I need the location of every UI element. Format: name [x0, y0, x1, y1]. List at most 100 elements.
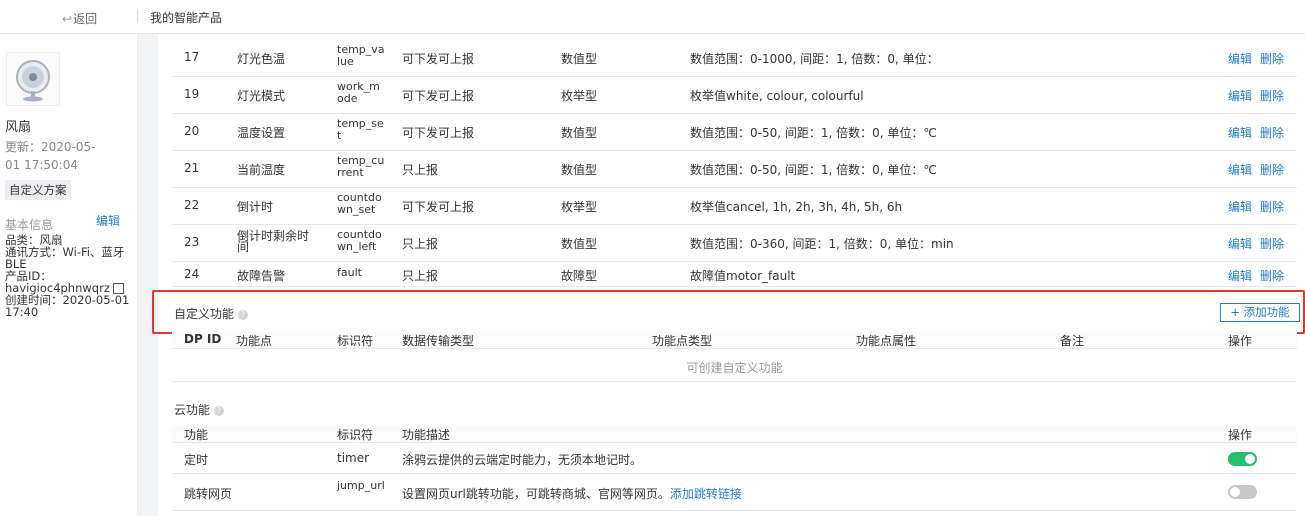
dp-name: 故障告警: [237, 269, 286, 283]
dp-id: 21: [184, 161, 200, 175]
dp-transfer-type: 可下发可上报: [402, 200, 475, 214]
col-remark: 备注: [1060, 334, 1085, 348]
comm-mode-text: 通讯方式：Wi-Fi、蓝牙BLE: [5, 245, 125, 271]
col-transfer-type: 数据传输类型: [402, 334, 475, 348]
dp-name: 灯光色温: [237, 52, 286, 66]
jump-url-toggle[interactable]: [1228, 485, 1257, 499]
dp-attribute: 故障值motor_fault: [690, 269, 796, 283]
cloud-function-title: 云功能?: [174, 401, 225, 418]
help-icon[interactable]: ?: [214, 405, 225, 416]
divider: [172, 381, 1297, 382]
basic-info-label: 基本信息: [5, 218, 54, 232]
edit-basic-info-link[interactable]: 编辑: [96, 212, 120, 229]
dp-row: 23 倒计时剩余时间 countdown_left 只上报 数值型 数值范围：0-360,…: [172, 225, 1297, 262]
dp-transfer-type: 只上报: [402, 269, 439, 283]
col-identifier: 标识符: [337, 334, 374, 348]
col-description: 功能描述: [402, 428, 451, 442]
dp-id: 23: [184, 235, 200, 249]
dp-row: 21 当前温度 temp_current 只上报 数值型 数值范围：0-50, 间距：1,…: [172, 151, 1297, 188]
custom-table-header: DP ID 功能点 标识符 数据传输类型 功能点类型 功能点属性 备注 操作: [172, 332, 1297, 349]
scheme-tag: 自定义方案: [5, 180, 71, 200]
dp-id: 22: [184, 198, 200, 212]
edit-link[interactable]: 编辑: [1228, 50, 1252, 67]
dp-row: 22 倒计时 countdown_set 可下发可上报 枚举型 枚举值cancel, 1h…: [172, 188, 1297, 225]
dp-attribute: 枚举值white, colour, colourful: [690, 89, 864, 103]
dp-code: temp_value: [337, 43, 385, 68]
toggle-knob: [1245, 454, 1255, 464]
basic-info: 品类：风扇 通讯方式：Wi-Fi、蓝牙BLE 产品ID： havigioc4ph…: [5, 234, 133, 318]
delete-link[interactable]: 删除: [1260, 50, 1284, 67]
dp-type: 故障型: [561, 269, 598, 283]
dp-type: 数值型: [561, 163, 598, 177]
dp-id: 20: [184, 124, 200, 138]
col-action: 操作: [1228, 334, 1253, 348]
cloud-function-desc: 涂鸦云提供的云端定时能力，无须本地记时。: [402, 453, 643, 467]
cloud-row-jump-url: 跳转网页 jump_url 设置网页url跳转功能，可跳转商城、官网等网页。添加…: [172, 474, 1297, 511]
created-time: 创建时间：2020-05-01 17:40: [5, 293, 130, 319]
dp-transfer-type: 可下发可上报: [402, 126, 475, 140]
delete-link[interactable]: 删除: [1260, 235, 1284, 252]
dp-name: 灯光模式: [237, 89, 286, 103]
delete-link[interactable]: 删除: [1260, 198, 1284, 215]
dp-code: temp_current: [337, 154, 385, 179]
edit-link[interactable]: 编辑: [1228, 235, 1252, 252]
dp-attribute: 数值范围：0-1000, 间距：1, 倍数：0, 单位：: [690, 52, 939, 66]
dp-attribute: 数值范围：0-50, 间距：1, 倍数：0, 单位：℃: [690, 163, 937, 177]
cloud-function-name: 跳转网页: [184, 487, 233, 501]
edit-link[interactable]: 编辑: [1228, 124, 1252, 141]
dp-name: 倒计时剩余时间: [237, 229, 310, 254]
dp-row: 17 灯光色温 temp_value 可下发可上报 数值型 数值范围：0-1000, 间距…: [172, 40, 1297, 77]
col-point-attr: 功能点属性: [856, 334, 917, 348]
dp-type: 数值型: [561, 237, 598, 251]
breadcrumb[interactable]: 我的智能产品: [150, 9, 222, 26]
divider: [137, 9, 138, 23]
dp-code: work_mode: [337, 80, 380, 105]
delete-link[interactable]: 删除: [1260, 267, 1284, 284]
fan-icon: [16, 60, 50, 102]
custom-function-highlight: [152, 290, 1305, 334]
custom-empty-text: 可创建自定义功能: [686, 361, 783, 375]
edit-link[interactable]: 编辑: [1228, 87, 1252, 104]
updated-time: 更新：2020-05-01 17:50:04: [5, 140, 96, 172]
cloud-function-name: 定时: [184, 453, 209, 467]
delete-link[interactable]: 删除: [1260, 124, 1284, 141]
edit-link[interactable]: 编辑: [1228, 198, 1252, 215]
dp-code: temp_set: [337, 117, 384, 142]
dp-id: 17: [184, 50, 200, 64]
help-icon[interactable]: ?: [238, 309, 249, 320]
col-identifier: 标识符: [337, 428, 374, 442]
product-name: 风扇: [5, 120, 32, 135]
back-button[interactable]: ↩返回: [62, 10, 97, 27]
dp-name: 温度设置: [237, 126, 286, 140]
cloud-row-timer: 定时 timer 涂鸦云提供的云端定时能力，无须本地记时。: [172, 443, 1297, 474]
add-function-button[interactable]: + 添加功能: [1220, 303, 1300, 322]
dp-transfer-type: 只上报: [402, 163, 439, 177]
dp-transfer-type: 只上报: [402, 237, 439, 251]
delete-link[interactable]: 删除: [1260, 87, 1284, 104]
dp-name: 当前温度: [237, 163, 286, 177]
dp-transfer-type: 可下发可上报: [402, 89, 475, 103]
edit-link[interactable]: 编辑: [1228, 161, 1252, 178]
dp-id: 24: [184, 267, 200, 281]
cloud-function-code: timer: [337, 451, 370, 465]
undo-arrow-icon: ↩: [62, 12, 73, 26]
dp-name: 倒计时: [237, 200, 274, 214]
dp-transfer-type: 可下发可上报: [402, 52, 475, 66]
dp-code: countdown_set: [337, 191, 382, 216]
dp-attribute: 数值范围：0-360, 间距：1, 倍数：0, 单位：min: [690, 237, 954, 251]
delete-link[interactable]: 删除: [1260, 161, 1284, 178]
cloud-table-header: 功能 标识符 功能描述 操作: [172, 426, 1297, 443]
dp-type: 数值型: [561, 126, 598, 140]
cloud-function-desc: 设置网页url跳转功能，可跳转商城、官网等网页。添加跳转链接: [402, 487, 742, 501]
dp-type: 枚举型: [561, 200, 598, 214]
dp-type: 枚举型: [561, 89, 598, 103]
edit-link[interactable]: 编辑: [1228, 267, 1252, 284]
dp-attribute: 枚举值cancel, 1h, 2h, 3h, 4h, 5h, 6h: [690, 200, 903, 214]
dp-id: 19: [184, 87, 200, 101]
col-action: 操作: [1228, 428, 1253, 442]
col-function-point: 功能点: [236, 334, 273, 348]
custom-function-title: 自定义功能?: [174, 305, 249, 322]
dp-attribute: 数值范围：0-50, 间距：1, 倍数：0, 单位：℃: [690, 126, 937, 140]
timer-toggle[interactable]: [1228, 452, 1257, 466]
add-jump-link[interactable]: 添加跳转链接: [670, 487, 742, 501]
